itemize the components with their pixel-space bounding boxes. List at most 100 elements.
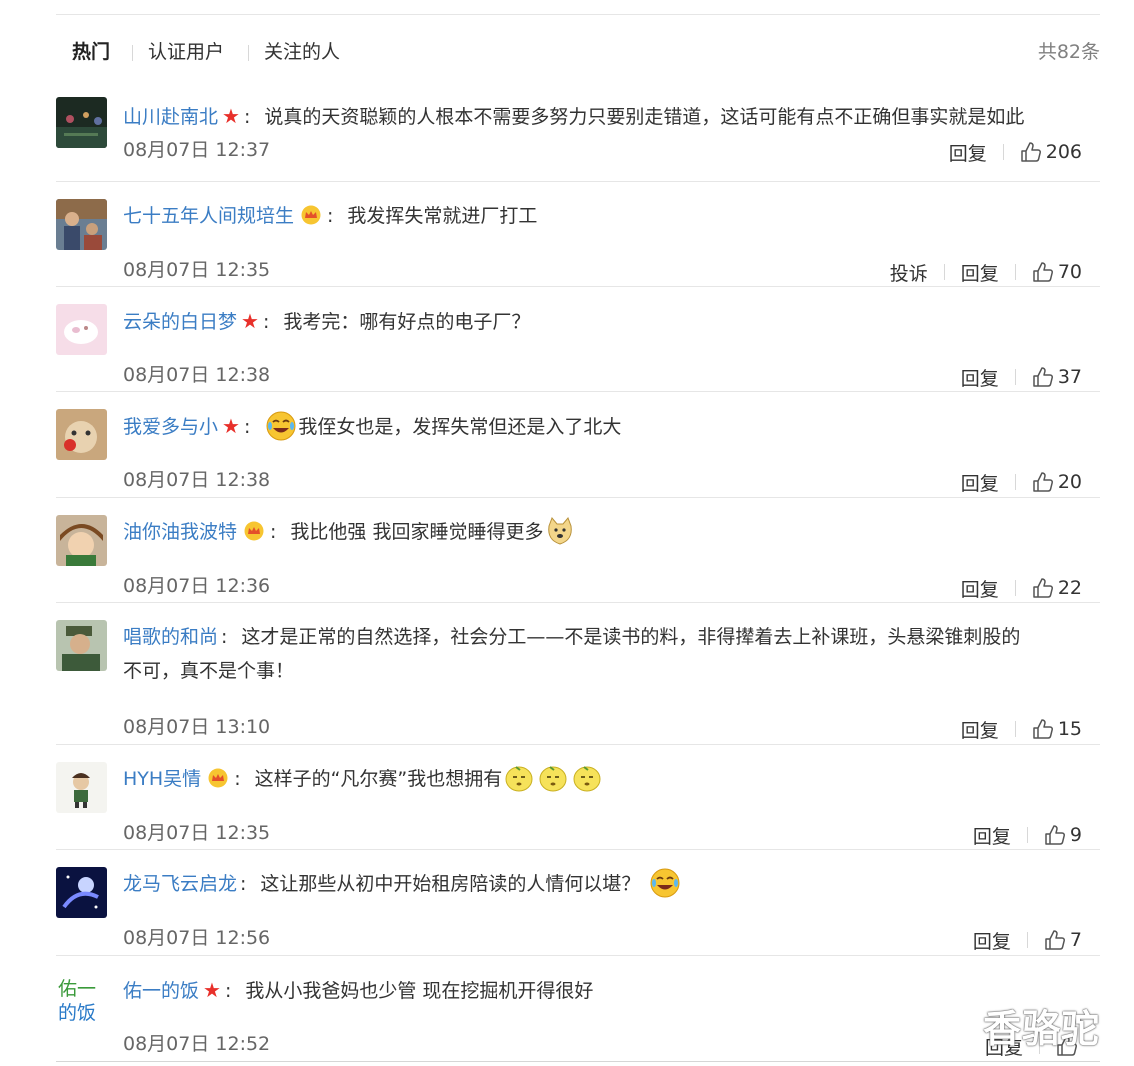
avatar[interactable] — [56, 97, 107, 148]
crown-badge-icon — [244, 521, 264, 541]
comment-username[interactable]: 山川赴南北 — [123, 106, 218, 128]
avatar[interactable] — [56, 515, 107, 566]
like-button[interactable]: 7 — [1044, 929, 1082, 951]
comment-text: 我发挥失常就进厂打工 — [347, 205, 538, 227]
comment-total-count: 共82条 — [1037, 41, 1100, 63]
like-count: 22 — [1057, 577, 1082, 599]
comment-item: 龙马飞云启龙: 这让那些从初中开始租房陪读的人情何以堪？ 08月07日 12:56… — [56, 849, 1100, 956]
avatar[interactable]: 佑一 的饭 — [56, 973, 107, 1024]
comment-line: 佑一的饭 ★: 我从小我爸妈也少管 现在挖掘机开得很好 — [123, 973, 1098, 1008]
comment-username[interactable]: 唱歌的和尚 — [123, 626, 218, 648]
comment-item: 七十五年人间规培生: 我发挥失常就进厂打工 08月07日 12:35 投诉 回复 … — [56, 181, 1100, 287]
avatar[interactable] — [56, 304, 107, 355]
reply-button[interactable]: 回复 — [961, 716, 999, 743]
comment-actions: 回复 22 — [961, 575, 1082, 601]
comment-actions: 回复 20 — [961, 469, 1082, 495]
like-count: 15 — [1057, 718, 1082, 740]
like-button[interactable]: 20 — [1032, 471, 1082, 493]
like-button[interactable]: 15 — [1032, 718, 1082, 740]
like-button[interactable]: 206 — [1020, 141, 1082, 163]
comment-filter-tabs: 热门 认证用户 关注的人 共82条 — [56, 15, 1100, 85]
reply-button[interactable]: 回复 — [949, 139, 987, 166]
lemon-emoji — [539, 766, 567, 792]
comment-text: 这样子的“凡尔赛”我也想拥有 — [254, 768, 503, 790]
comment-text: 我比他强 我回家睡觉睡得更多 — [290, 521, 544, 543]
crown-badge-icon — [208, 768, 228, 788]
comment-line: 龙马飞云启龙: 这让那些从初中开始租房陪读的人情何以堪？ — [123, 867, 1098, 901]
like-button[interactable]: 37 — [1032, 366, 1082, 388]
comment-item: 佑一 的饭 佑一的饭 ★: 我从小我爸妈也少管 现在挖掘机开得很好 08月07日 12… — [56, 955, 1100, 1059]
avatar[interactable] — [56, 409, 107, 460]
report-button[interactable]: 投诉 — [890, 259, 928, 286]
like-count: 20 — [1057, 471, 1082, 493]
comment-username[interactable]: 油你油我波特 — [123, 521, 237, 543]
comment-username[interactable]: 龙马飞云启龙 — [123, 873, 237, 895]
comment-item: 唱歌的和尚: 这才是正常的自然选择，社会分工——不是读书的料，非得撵着去上补课班，… — [56, 602, 1100, 745]
reply-button[interactable]: 回复 — [961, 259, 999, 286]
star-badge-icon: ★ — [241, 309, 259, 333]
comment-text: 这才是正常的自然选择，社会分工——不是读书的料，非得撵着去上补课班，头悬梁锥刺股… — [241, 626, 1021, 648]
comment-item: 云朵的白日梦 ★: 我考完：哪有好点的电子厂？ 08月07日 12:38 回复 37 — [56, 286, 1100, 392]
watermark: 香骆驼 — [983, 1007, 1101, 1051]
like-count: 7 — [1069, 929, 1082, 951]
reply-button[interactable]: 回复 — [973, 822, 1011, 849]
like-count: 9 — [1069, 824, 1082, 846]
comment-time: 08月07日 12:35 — [123, 259, 271, 281]
reply-button[interactable]: 回复 — [973, 927, 1011, 954]
tab-hot[interactable]: 热门 — [72, 39, 110, 65]
tab-verified-users[interactable]: 认证用户 — [148, 39, 224, 65]
comment-time: 08月07日 12:38 — [123, 469, 271, 491]
comment-item: 油你油我波特: 我比他强 我回家睡觉睡得更多 08月07日 12:36 回复 22 — [56, 497, 1100, 603]
like-count: 37 — [1057, 366, 1082, 388]
comment-username[interactable]: 云朵的白日梦 — [123, 311, 237, 333]
laugh-cry-emoji — [650, 868, 680, 898]
reply-button[interactable]: 回复 — [961, 469, 999, 496]
laugh-cry-emoji — [266, 411, 296, 441]
comment-actions: 回复 15 — [961, 716, 1082, 742]
avatar[interactable] — [56, 199, 107, 250]
comment-item: 我爱多与小 ★: 我侄女也是，发挥失常但还是入了北大 08月07日 12:38 回复… — [56, 391, 1100, 498]
comment-username[interactable]: 佑一的饭 — [123, 980, 199, 1002]
like-button[interactable]: 22 — [1032, 577, 1082, 599]
tab-divider — [132, 45, 133, 61]
comment-time: 08月07日 12:37 — [123, 139, 271, 161]
svg-text:的饭: 的饭 — [58, 1002, 96, 1024]
thumbs-up-icon — [1045, 930, 1065, 950]
svg-text:佑一: 佑一 — [58, 978, 96, 1000]
avatar[interactable] — [56, 620, 107, 671]
like-button[interactable]: 9 — [1044, 824, 1082, 846]
comment-text-continued: 不可，真不是个事！ — [123, 660, 295, 682]
comment-line: 油你油我波特: 我比他强 我回家睡觉睡得更多 — [123, 515, 1098, 549]
comment-text: 我考完：哪有好点的电子厂？ — [283, 311, 531, 333]
comment-text: 我侄女也是，发挥失常但还是入了北大 — [298, 416, 622, 438]
thumbs-up-icon — [1045, 825, 1065, 845]
tab-divider — [248, 45, 249, 61]
avatar[interactable] — [56, 762, 107, 813]
like-count: 70 — [1057, 261, 1082, 283]
comment-line: 七十五年人间规培生: 我发挥失常就进厂打工 — [123, 205, 538, 227]
comment-text: 我从小我爸妈也少管 现在挖掘机开得很好 — [245, 980, 594, 1002]
reply-button[interactable]: 回复 — [961, 575, 999, 602]
thumbs-up-icon — [1033, 578, 1053, 598]
comment-line: 我爱多与小 ★: 我侄女也是，发挥失常但还是入了北大 — [123, 409, 1098, 444]
comment-panel: 热门 认证用户 关注的人 共82条 山川赴南北 ★: 说真的天资聪颖的人根本不需要多… — [56, 14, 1100, 1062]
comment-username[interactable]: 我爱多与小 — [123, 416, 218, 438]
comment-username[interactable]: 七十五年人间规培生 — [123, 205, 294, 227]
avatar[interactable] — [56, 867, 107, 918]
tab-following[interactable]: 关注的人 — [264, 39, 340, 65]
comment-username[interactable]: HYH吴情 — [123, 768, 201, 790]
comment-line: 云朵的白日梦 ★: 我考完：哪有好点的电子厂？ — [123, 304, 1098, 339]
like-button[interactable]: 70 — [1032, 261, 1082, 283]
comment-actions: 回复 37 — [961, 364, 1082, 390]
comment-text: 说真的天资聪颖的人根本不需要多努力只要别走错道，这话可能有点不正确但事实就是如此 — [264, 106, 1025, 128]
star-badge-icon: ★ — [203, 978, 221, 1002]
comment-time: 08月07日 12:38 — [123, 364, 271, 386]
reply-button[interactable]: 回复 — [961, 364, 999, 391]
crown-badge-icon — [301, 205, 321, 225]
comment-item: 山川赴南北 ★: 说真的天资聪颖的人根本不需要多努力只要别走错道，这话可能有点不正确… — [56, 85, 1100, 182]
comment-actions: 回复 9 — [973, 822, 1082, 848]
star-badge-icon: ★ — [222, 414, 240, 438]
like-count: 206 — [1045, 141, 1082, 163]
star-badge-icon: ★ — [222, 104, 240, 128]
comment-line: HYH吴情: 这样子的“凡尔赛”我也想拥有 — [123, 762, 1098, 796]
